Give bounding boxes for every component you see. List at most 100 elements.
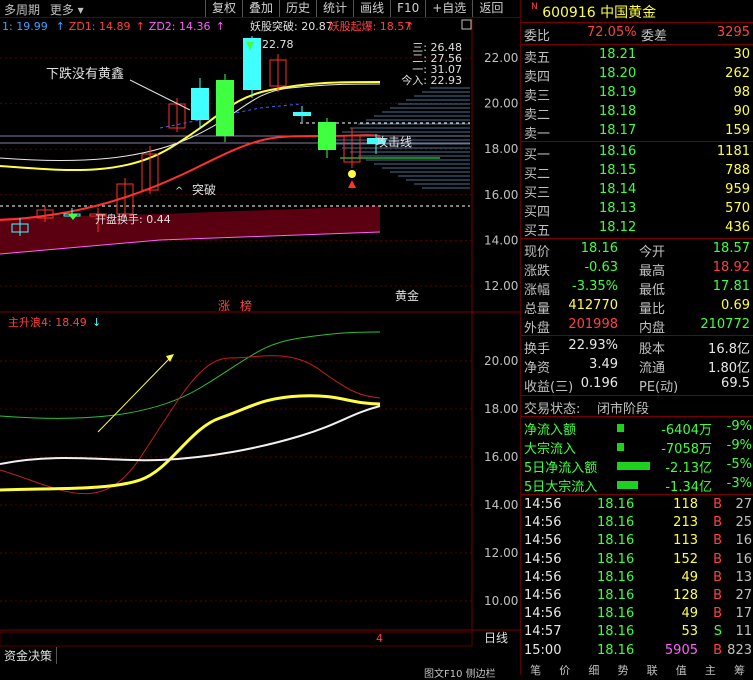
flow-row-2: 5日净流入额 -2.13亿 -5%	[524, 457, 752, 476]
flow-bar	[617, 481, 638, 489]
annotation-attack-line: 攻击线	[376, 135, 412, 149]
toolbar-button-3[interactable]: 统计	[316, 0, 353, 17]
y-tick-sub: 14.00	[484, 498, 518, 512]
stock-tag: 黄金	[395, 288, 419, 303]
chart-toolbar: 多周期 更多 ▾ 复权 叠加 历史 统计 画线 F10 +自选 返回	[0, 0, 520, 18]
sub-yellow-line	[0, 394, 381, 492]
ask-row-0[interactable]: 卖五 18.21 30	[521, 46, 753, 66]
toolbar-button-1[interactable]: 叠加	[242, 0, 279, 17]
detail-tab-0[interactable]: 笔	[530, 662, 541, 677]
ask-row-2[interactable]: 卖三 18.19 98	[521, 84, 753, 104]
candle-body-7	[191, 88, 209, 120]
annotation-caret: ^	[175, 186, 183, 197]
stat-row-4: 外盘 201998 内盘 210772	[524, 317, 750, 336]
ask-row-1[interactable]: 卖四 18.20 262	[521, 65, 753, 85]
tick-row-3: 14:56 18.16 152 B 16	[524, 551, 752, 567]
divider	[521, 395, 753, 396]
tick-row-8: 15:00 18.16 5905 B 823	[524, 642, 752, 658]
day-line-tab: 日线	[484, 631, 508, 645]
flow-bar	[617, 462, 650, 470]
detail-tab-5[interactable]: 值	[676, 662, 687, 677]
annotation-bang: 榜	[240, 298, 252, 313]
y-tick-sub: 18.00	[484, 402, 518, 416]
divider	[521, 141, 753, 142]
legend-2: ZD2: 14.36	[149, 20, 211, 33]
tick-row-4: 14:56 18.16 49 B 13	[524, 569, 752, 585]
bid-row-2[interactable]: 买三 18.14 959	[521, 181, 753, 201]
expand-icon[interactable]	[461, 19, 472, 30]
ask-row-4[interactable]: 卖一 18.17 159	[521, 122, 753, 142]
flow-row-1: 大宗流入 -7058万 -9%	[524, 438, 752, 457]
scroll-bar[interactable]	[0, 631, 473, 647]
signal-1: 妖股起爆: 18.57	[329, 19, 412, 33]
sub-white-line	[0, 405, 381, 465]
stock-header: N 600916 中国黄金	[531, 2, 656, 22]
annotation-open: 开盘换手: 0.44	[95, 212, 171, 226]
detail-tab-2[interactable]: 细	[588, 662, 599, 677]
divider	[521, 22, 753, 23]
y-tick-main: 20.00	[484, 97, 518, 111]
tick-row-5: 14:56 18.16 128 B 27	[524, 588, 752, 603]
y-tick-sub: 12.00	[484, 546, 518, 560]
sub-red-line	[0, 355, 381, 495]
bottom-bar: 资金决策图文F10 侧边栏	[0, 647, 520, 680]
peak-label: 22.78	[262, 38, 294, 51]
more-menu[interactable]: 更多 ▾	[50, 3, 84, 17]
period-label[interactable]: 多周期	[4, 3, 40, 17]
up-arrow-icon: ↑	[216, 20, 225, 33]
toolbar-button-6[interactable]: +自选	[425, 0, 472, 17]
kline-chart[interactable]: 22.00 20.00 18.00 16.00 14.00 12.00 20.00 18.00…	[0, 18, 520, 647]
sub-legend: 主升浪4: 18.49	[8, 315, 87, 329]
stat-row-3: 总量 412770 量比 0.69	[524, 298, 750, 317]
tab-fund-decision[interactable]: 资金决策	[0, 647, 58, 664]
tick-row-6: 14:56 18.16 49 B 17	[524, 606, 752, 622]
divider	[521, 335, 753, 336]
bid-row-1[interactable]: 买二 18.15 788	[521, 162, 753, 182]
detail-tab-3[interactable]: 势	[617, 662, 628, 677]
sub-green-line	[0, 331, 381, 419]
divider	[521, 44, 753, 45]
tab-f10-text[interactable]: 图文F10 侧边栏	[424, 665, 496, 680]
tick-row-1: 14:56 18.16 213 B 25	[524, 515, 752, 531]
detail-tab-7[interactable]: 筹	[734, 662, 745, 677]
toolbar-button-7[interactable]: 返回	[472, 0, 509, 17]
chevron-down-icon: ▾	[73, 3, 84, 17]
divider	[521, 238, 753, 239]
bid-row-0[interactable]: 买一 18.16 1181	[521, 143, 753, 163]
toolbar-button-4[interactable]: 画线	[353, 0, 390, 17]
new-badge: N	[531, 2, 538, 12]
flow-row-3: 5日大宗流入 -1.34亿 -3%	[524, 476, 752, 495]
bid-row-3[interactable]: 买四 18.13 570	[521, 200, 753, 220]
flow-row-0: 净流入额 -6404万 -9%	[524, 419, 752, 438]
annotation-zhang: 涨	[218, 298, 230, 313]
legend-1: ZD1: 14.89	[69, 20, 131, 33]
divider	[521, 416, 753, 417]
quote-panel: N 600916 中国黄金 委比 72.05% 委差 3295 卖五 18.21 30 卖四 18…	[520, 0, 753, 677]
candle-body-11	[293, 112, 311, 116]
detail-tabs: 笔价细势联值主筹	[521, 662, 753, 677]
signal-0: 妖股突破: 20.87	[250, 19, 333, 33]
toolbar-button-2[interactable]: 历史	[279, 0, 316, 17]
candle-body-8	[216, 80, 234, 136]
ask-row-3[interactable]: 卖二 18.18 90	[521, 103, 753, 123]
detail-tab-1[interactable]: 价	[559, 662, 570, 677]
sub-marker: 4	[376, 632, 383, 645]
up-arrow-icon: ↑	[56, 20, 65, 33]
candle-body-12	[318, 122, 336, 150]
stat2-row-0: 换手 22.93% 股本 16.8亿	[524, 338, 750, 357]
detail-tab-6[interactable]: 主	[705, 662, 716, 677]
stat-row-0: 现价 18.16 今开 18.57	[524, 241, 750, 260]
period-selector[interactable]: 多周期 更多 ▾	[4, 1, 84, 18]
toolbar-button-0[interactable]: 复权	[205, 0, 242, 17]
detail-tab-4[interactable]: 联	[647, 662, 658, 677]
toolbar-button-5[interactable]: F10	[390, 0, 425, 17]
divider	[521, 494, 753, 495]
y-tick-sub: 20.00	[484, 354, 518, 368]
tick-row-2: 14:56 18.16 113 B 16	[524, 533, 752, 549]
up-arrow-icon	[348, 180, 356, 188]
bid-row-4[interactable]: 买五 18.12 436	[521, 219, 753, 239]
y-tick-main: 14.00	[484, 233, 518, 247]
flow-bar	[617, 443, 624, 451]
tick-row-0: 14:56 18.16 118 B 27	[524, 497, 752, 512]
trade-status-row: 交易状态: 闭市阶段	[524, 402, 650, 417]
